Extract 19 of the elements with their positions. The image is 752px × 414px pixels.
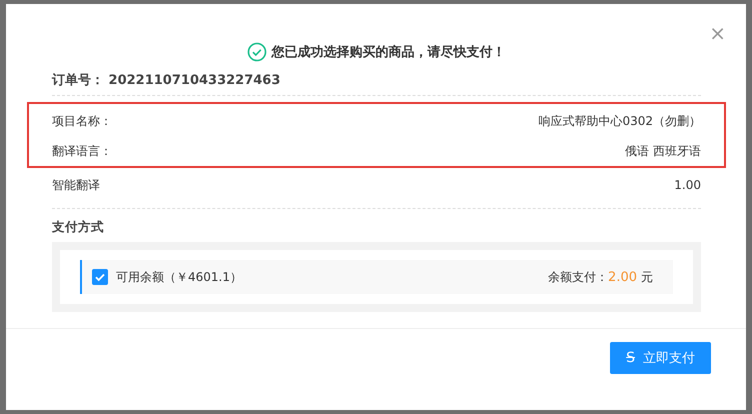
close-button[interactable]: × — [709, 24, 726, 42]
currency-unit: 元 — [641, 268, 653, 286]
amount-label: 余额支付： — [548, 268, 608, 286]
amount-value: 2.00 — [608, 270, 637, 284]
payment-option[interactable]: 可用余额（￥4601.1） 余额支付：2.00 元 — [80, 260, 673, 294]
checkbox[interactable] — [92, 269, 108, 285]
order-number: 2022110710433227463 — [108, 73, 280, 88]
detail-value: 1.00 — [674, 177, 701, 194]
detail-value: 俄语 西班牙语 — [625, 143, 701, 160]
check-circle-icon — [246, 42, 266, 62]
detail-label: 项目名称： — [52, 113, 112, 130]
detail-label: 智能翻译 — [52, 177, 100, 194]
order-label: 订单号： — [52, 73, 104, 88]
success-message: 您已成功选择购买的商品，请尽快支付！ — [272, 44, 506, 61]
pay-now-button[interactable]: S 立即支付 — [610, 342, 711, 374]
section-title: 支付方式 — [52, 219, 105, 236]
detail-value: 响应式帮助中心0302（勿删） — [538, 113, 701, 130]
detail-label: 翻译语言： — [52, 143, 112, 160]
option-label: 可用余额（￥4601.1） — [116, 268, 242, 286]
